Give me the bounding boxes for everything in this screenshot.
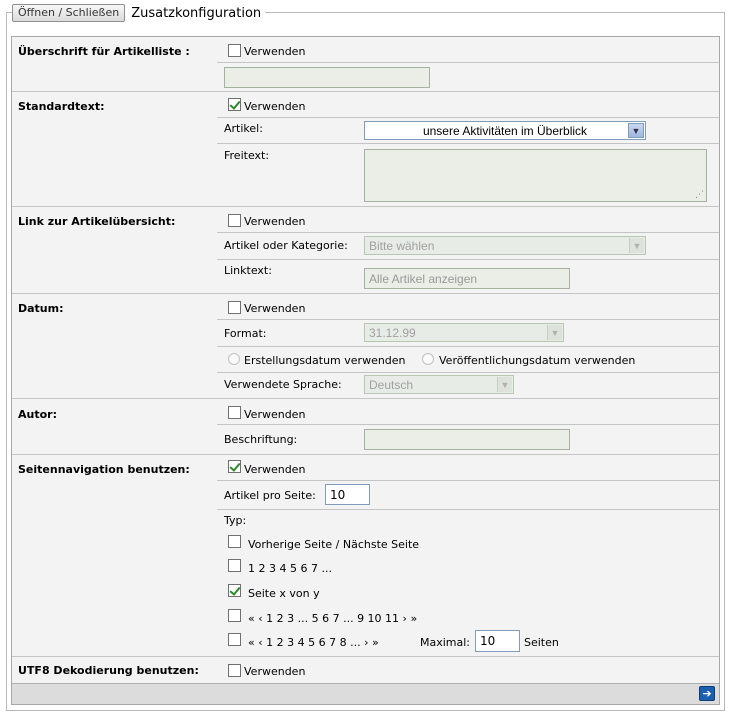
autor-checkbox[interactable] <box>228 406 241 419</box>
section-utf8: UTF8 Dekodierung benutzen: Verwenden <box>12 657 719 684</box>
autor-caption-label: Beschriftung: <box>224 433 298 446</box>
max-pages-input[interactable]: 10 <box>475 630 520 652</box>
nav-option-prev-next-checkbox[interactable] <box>228 535 241 548</box>
link-checkbox[interactable] <box>228 214 241 227</box>
arrow-right-icon[interactable]: ➔ <box>699 686 715 701</box>
nav-option-numbers-checkbox[interactable] <box>228 559 241 572</box>
per-page-label: Artikel pro Seite: <box>224 489 316 502</box>
chevron-down-icon[interactable]: ▼ <box>497 377 512 392</box>
nav-option-numbers-label: 1 2 3 4 5 6 7 ... <box>248 562 332 575</box>
link-category-select[interactable]: Bitte wählen ▼ <box>364 236 646 255</box>
section-seitennavigation: Seitennavigation benutzen: Verwenden Art… <box>12 455 719 657</box>
section-autor: Autor: Verwenden Beschriftung: <box>12 399 719 455</box>
link-text-label: Linktext: <box>224 264 272 277</box>
link-category-value: Bitte wählen <box>369 238 435 253</box>
standardtext-checkbox[interactable] <box>228 98 241 111</box>
datum-language-label: Verwendete Sprache: <box>224 378 342 391</box>
ueberschrift-use-label: Verwenden <box>244 45 306 58</box>
nav-option-gapped-label: « ‹ 1 2 3 ... 5 6 7 ... 9 10 11 › » <box>248 612 418 625</box>
seitennavigation-label: Seitennavigation benutzen: <box>18 463 190 476</box>
standardtext-freitext-label: Freitext: <box>224 149 270 162</box>
standardtext-artikel-value: unsere Aktivitäten im Überblick <box>422 123 588 138</box>
link-use-label: Verwenden <box>244 215 306 228</box>
section-datum: Datum: Verwenden Format: 31.12.99 ▼ Erst… <box>12 294 719 399</box>
link-label: Link zur Artikelübersicht: <box>18 215 176 228</box>
chevron-down-icon[interactable]: ▼ <box>628 123 644 138</box>
datum-radio-publish[interactable] <box>422 353 434 365</box>
nav-option-gapped-checkbox[interactable] <box>228 609 241 622</box>
datum-label: Datum: <box>18 302 64 315</box>
datum-format-select[interactable]: 31.12.99 ▼ <box>364 323 564 342</box>
datum-language-value: Deutsch <box>369 377 414 392</box>
utf8-checkbox[interactable] <box>228 664 241 677</box>
ueberschrift-input[interactable] <box>224 67 430 88</box>
datum-language-select[interactable]: Deutsch ▼ <box>364 375 514 394</box>
toggle-open-close-button[interactable]: Öffnen / Schließen <box>12 4 126 22</box>
section-title: Zusatzkonfiguration <box>131 5 262 21</box>
utf8-use-label: Verwenden <box>244 665 306 678</box>
ueberschrift-label: Überschrift für Artikelliste : <box>18 45 190 58</box>
nav-option-sliding-label: « ‹ 1 2 3 4 5 6 7 8 ... › » <box>248 636 379 649</box>
standardtext-label: Standardtext: <box>18 100 105 113</box>
standardtext-use-label: Verwenden <box>244 100 306 113</box>
datum-checkbox[interactable] <box>228 301 241 314</box>
ueberschrift-checkbox[interactable] <box>228 44 241 57</box>
section-ueberschrift: Überschrift für Artikelliste : Verwenden <box>12 37 719 92</box>
standardtext-artikel-select[interactable]: unsere Aktivitäten im Überblick ▼ <box>364 121 646 140</box>
link-category-label: Artikel oder Kategorie: <box>224 239 348 252</box>
chevron-down-icon[interactable]: ▼ <box>547 325 562 340</box>
section-link: Link zur Artikelübersicht: Verwenden Art… <box>12 207 719 294</box>
nav-option-sliding-checkbox[interactable] <box>228 633 241 646</box>
datum-format-value: 31.12.99 <box>369 325 416 340</box>
autor-use-label: Verwenden <box>244 408 306 421</box>
link-text-input[interactable]: Alle Artikel anzeigen <box>364 268 570 289</box>
typ-label: Typ: <box>224 514 247 527</box>
chevron-down-icon[interactable]: ▼ <box>629 238 644 253</box>
max-label: Maximal: <box>420 636 471 649</box>
standardtext-freitext-textarea[interactable]: ⋰ <box>364 149 707 202</box>
datum-radio-create[interactable] <box>228 353 240 365</box>
autor-label: Autor: <box>18 408 57 421</box>
section-standardtext: Standardtext: Verwenden Artikel: unsere … <box>12 92 719 207</box>
form-footer: ➔ <box>12 683 719 704</box>
utf8-label: UTF8 Dekodierung benutzen: <box>18 664 199 677</box>
config-table: Überschrift für Artikelliste : Verwenden… <box>11 36 720 705</box>
max-unit-label: Seiten <box>524 636 559 649</box>
seitennavigation-use-label: Verwenden <box>244 463 306 476</box>
datum-use-label: Verwenden <box>244 302 306 315</box>
seitennavigation-checkbox[interactable] <box>228 460 241 473</box>
datum-radio-publish-label: Veröffentlichungsdatum verwenden <box>439 354 636 367</box>
resize-grip-icon[interactable]: ⋰ <box>695 190 704 200</box>
nav-option-prev-next-label: Vorherige Seite / Nächste Seite <box>248 538 420 551</box>
datum-format-label: Format: <box>224 327 267 340</box>
datum-radio-create-label: Erstellungsdatum verwenden <box>244 354 406 367</box>
autor-caption-input[interactable] <box>364 429 570 450</box>
standardtext-artikel-label: Artikel: <box>224 122 263 135</box>
per-page-input[interactable]: 10 <box>325 484 370 505</box>
nav-option-page-x-of-y-label: Seite x von y <box>248 587 320 600</box>
nav-option-page-x-of-y-checkbox[interactable] <box>228 584 241 597</box>
fieldset-legend: Öffnen / Schließen Zusatzkonfiguration <box>12 4 266 22</box>
